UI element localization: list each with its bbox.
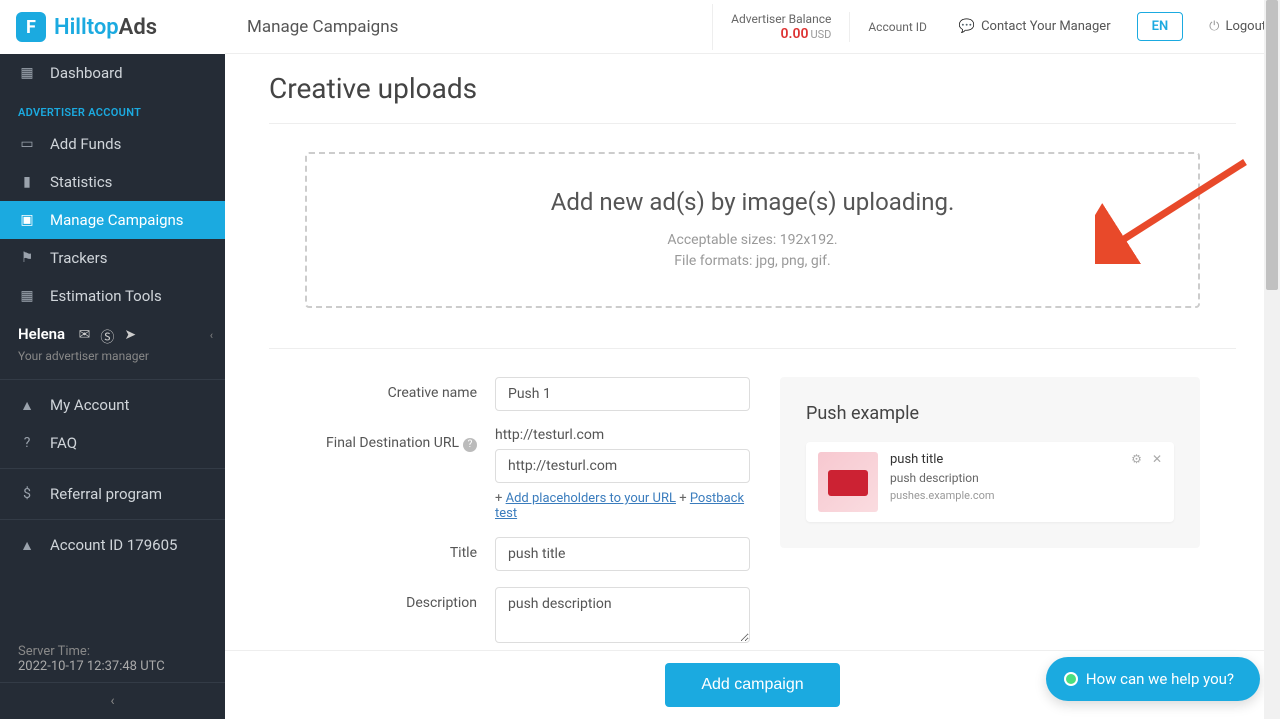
help-icon[interactable]: ? [463, 438, 477, 452]
logo-text: HilltopAds [54, 15, 157, 40]
dropzone-sizes: Acceptable sizes: 192x192. [327, 230, 1178, 251]
sidebar-item-label: Account ID 179605 [50, 536, 177, 554]
manager-block[interactable]: Helena ✉ Ⓢ ➤ ‹ Your advertiser manager [0, 315, 225, 373]
sidebar-item-my-account[interactable]: ▲ My Account [0, 386, 225, 424]
sidebar: F HilltopAds ▦ Dashboard ADVERTISER ACCO… [0, 0, 225, 719]
sidebar-item-account-id[interactable]: ▲ Account ID 179605 [0, 526, 225, 564]
sidebar-item-add-funds[interactable]: ▭ Add Funds [0, 125, 225, 163]
upload-dropzone[interactable]: Add new ad(s) by image(s) uploading. Acc… [305, 152, 1200, 308]
push-preview-panel: Push example push title push description… [780, 377, 1200, 548]
sidebar-item-manage-campaigns[interactable]: ▣ Manage Campaigns [0, 201, 225, 239]
power-icon: ⏻ [1209, 19, 1219, 34]
description-input[interactable] [495, 587, 750, 643]
close-icon[interactable]: ✕ [1152, 452, 1162, 466]
main: Manage Campaigns Advertiser Balance 0.00… [225, 0, 1280, 719]
topbar: Manage Campaigns Advertiser Balance 0.00… [225, 0, 1280, 54]
add-placeholders-link[interactable]: Add placeholders to your URL [506, 491, 676, 506]
topbar-title: Manage Campaigns [225, 17, 420, 37]
sidebar-item-label: Referral program [50, 485, 162, 503]
dropzone-formats: File formats: jpg, png, gif. [327, 251, 1178, 272]
push-image [818, 452, 878, 512]
push-domain: pushes.example.com [890, 489, 1119, 502]
url-helper-links: + Add placeholders to your URL + Postbac… [495, 491, 750, 521]
account-id-label: Account ID [849, 12, 945, 42]
online-dot-icon [1066, 674, 1076, 684]
advertiser-balance: Advertiser Balance 0.00USD [712, 4, 849, 50]
manager-name: Helena [18, 325, 65, 343]
scrollbar-thumb[interactable] [1266, 0, 1278, 290]
content: Creative uploads Add new ad(s) by image(… [225, 54, 1280, 719]
question-icon: ? [18, 435, 36, 451]
briefcase-icon: ▣ [18, 212, 36, 228]
sidebar-item-label: Dashboard [50, 64, 123, 82]
push-title: push title [890, 452, 1119, 467]
language-button[interactable]: EN [1137, 12, 1184, 41]
sidebar-item-trackers[interactable]: ⚑ Trackers [0, 239, 225, 277]
sidebar-item-dashboard[interactable]: ▦ Dashboard [0, 54, 225, 92]
dollar-icon: $ [18, 486, 36, 502]
push-description: push description [890, 471, 1119, 485]
chart-icon: ▮ [18, 174, 36, 190]
scrollbar[interactable] [1264, 0, 1280, 719]
destination-url-label: Final Destination URL? [305, 427, 495, 452]
sidebar-item-label: Estimation Tools [50, 287, 162, 305]
sidebar-item-label: Manage Campaigns [50, 211, 184, 229]
sidebar-section-label: ADVERTISER ACCOUNT [0, 92, 225, 125]
title-input[interactable] [495, 537, 750, 571]
dashboard-icon: ▦ [18, 65, 36, 81]
chat-icon: 💬 [959, 19, 975, 34]
sidebar-item-label: My Account [50, 396, 129, 414]
contact-manager-button[interactable]: 💬 Contact Your Manager [945, 11, 1125, 42]
preview-heading: Push example [806, 403, 1174, 424]
calculator-icon: ▦ [18, 288, 36, 304]
destination-url-display: http://testurl.com [495, 427, 750, 449]
id-icon: ▲ [18, 537, 36, 554]
sidebar-item-label: FAQ [50, 434, 77, 452]
dropzone-title: Add new ad(s) by image(s) uploading. [327, 188, 1178, 216]
creative-name-input[interactable] [495, 377, 750, 411]
destination-url-input[interactable] [495, 449, 750, 483]
user-icon: ▲ [18, 397, 36, 414]
add-campaign-button[interactable]: Add campaign [665, 663, 839, 707]
title-label: Title [305, 537, 495, 561]
manager-subtitle: Your advertiser manager [18, 349, 207, 363]
logo-icon: F [16, 12, 46, 42]
creative-name-label: Creative name [305, 377, 495, 401]
sidebar-item-label: Trackers [50, 249, 107, 267]
envelope-icon[interactable]: ✉ [79, 327, 91, 347]
sidebar-item-estimation[interactable]: ▦ Estimation Tools [0, 277, 225, 315]
sidebar-item-statistics[interactable]: ▮ Statistics [0, 163, 225, 201]
logo[interactable]: F HilltopAds [0, 0, 225, 54]
chat-widget[interactable]: How can we help you? [1046, 657, 1260, 701]
push-card: push title push description pushes.examp… [806, 442, 1174, 522]
manager-contacts: ✉ Ⓢ ➤ [79, 327, 136, 347]
chevron-left-icon: ‹ [110, 693, 114, 709]
sidebar-item-faq[interactable]: ? FAQ [0, 424, 225, 462]
chevron-left-icon[interactable]: ‹ [210, 329, 213, 342]
page-title: Creative uploads [269, 72, 1236, 105]
sidebar-item-referral[interactable]: $ Referral program [0, 475, 225, 513]
skype-icon[interactable]: Ⓢ [100, 327, 114, 347]
card-icon: ▭ [18, 136, 36, 152]
chat-text: How can we help you? [1086, 670, 1234, 688]
sidebar-item-label: Statistics [50, 173, 112, 191]
server-time: Server Time: 2022-10-17 12:37:48 UTC [0, 628, 225, 682]
users-icon: ⚑ [18, 250, 36, 266]
description-label: Description [305, 587, 495, 611]
sidebar-collapse[interactable]: ‹ [0, 682, 225, 719]
sidebar-item-label: Add Funds [50, 135, 121, 153]
telegram-icon[interactable]: ➤ [124, 327, 136, 347]
gear-icon[interactable]: ⚙ [1131, 452, 1142, 466]
